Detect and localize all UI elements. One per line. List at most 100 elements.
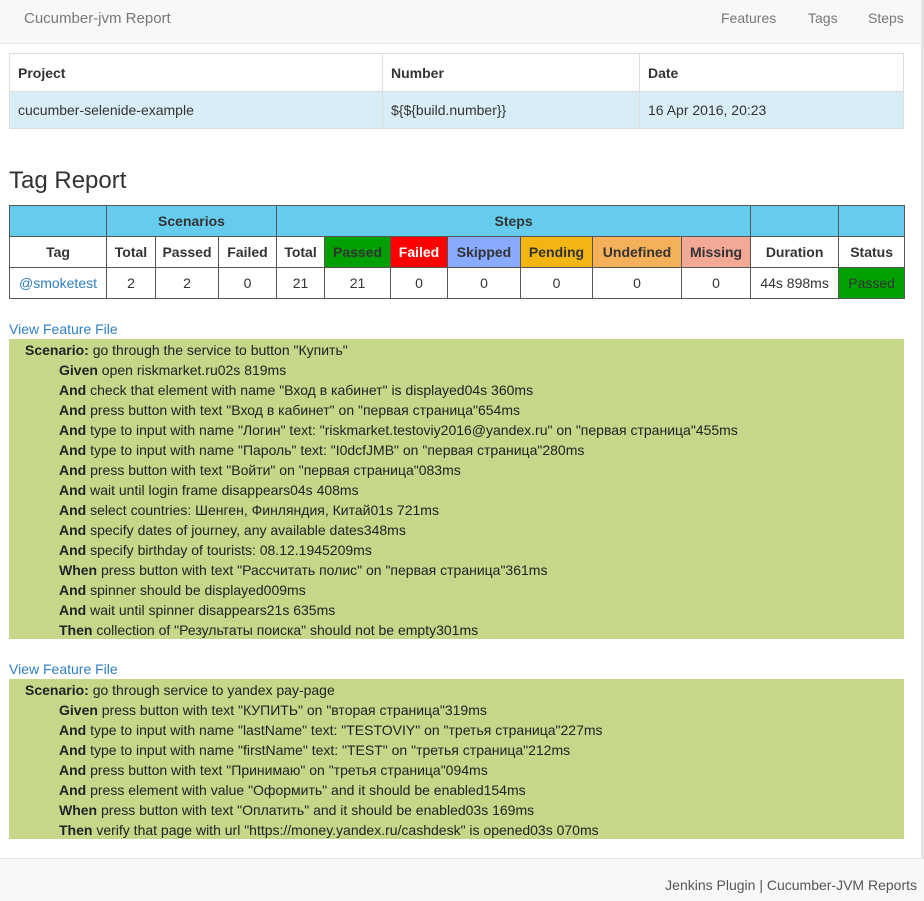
tag-cell: @smoketest (9, 267, 107, 299)
nav-features-link[interactable]: Features (721, 10, 776, 26)
status-group-header (838, 205, 906, 237)
step-line: And spinner should be displayed009ms (59, 582, 306, 598)
step-text: type to input with name "lastName" text:… (86, 722, 603, 738)
steps-failed-cell: 0 (390, 267, 449, 299)
step-keyword: Then (59, 622, 93, 638)
step-keyword: And (59, 722, 87, 738)
col-steps-failed: Failed (390, 236, 449, 268)
step-text: type to input with name "firstName" text… (86, 742, 571, 758)
scenario-block-1: Scenario: go through the service to butt… (9, 339, 904, 639)
steps-passed-cell: 21 (324, 267, 392, 299)
col-steps-undefined: Undefined (592, 236, 683, 268)
step-text: press button with text "КУПИТЬ" on "втор… (97, 702, 487, 718)
step-line: And wait until spinner disappears21s 635… (59, 602, 335, 618)
step-keyword: And (59, 442, 87, 458)
scenario-name: go through the service to button "Купить… (88, 342, 348, 358)
step-keyword: And (59, 422, 87, 438)
step-text: spinner should be displayed009ms (86, 582, 306, 598)
col-scenarios-passed: Passed (155, 236, 219, 268)
steps-missing-cell: 0 (681, 267, 752, 299)
step-keyword: And (59, 462, 87, 478)
step-line: And press button with text "Принимаю" on… (59, 762, 488, 778)
report-date: 16 Apr 2016, 20:23 (639, 91, 904, 129)
project-row: cucumber-selenide-example ${${build.numb… (9, 91, 904, 129)
step-line: And press element with value "Оформить" … (59, 782, 526, 798)
scenarios-total-cell: 2 (106, 267, 156, 299)
step-keyword: And (59, 382, 87, 398)
step-text: press button with text "Принимаю" on "тр… (86, 762, 488, 778)
step-text: open riskmarket.ru02s 819ms (97, 362, 287, 378)
step-keyword: Given (59, 362, 98, 378)
step-line: And select countries: Шенген, Финляндия,… (59, 502, 439, 518)
step-line: When press button with text "Оплатить" a… (59, 802, 534, 818)
footer: Jenkins Plugin | Cucumber-JVM Reports (0, 859, 924, 901)
col-scenarios-failed: Failed (217, 236, 278, 268)
col-steps-skipped: Skipped (447, 236, 522, 268)
step-keyword: And (59, 402, 87, 418)
step-text: press element with value "Оформить" and … (86, 782, 526, 798)
nav-steps-link[interactable]: Steps (868, 10, 904, 26)
navbar: Cucumber-jvm Report Features Tags Steps (0, 0, 924, 44)
tag-link-smoketest[interactable]: @smoketest (19, 275, 97, 291)
brand-link[interactable]: Cucumber-jvm Report (24, 10, 171, 27)
project-header: Project (9, 53, 383, 92)
col-tag: Tag (9, 236, 107, 268)
step-text: select countries: Шенген, Финляндия, Кит… (86, 502, 439, 518)
col-duration: Duration (750, 236, 840, 268)
step-text: press button with text "Вход в кабинет" … (86, 402, 520, 418)
step-line: Given press button with text "КУПИТЬ" on… (59, 702, 487, 718)
step-line: Then collection of "Результаты поиска" s… (59, 622, 478, 638)
step-text: specify dates of journey, any available … (86, 522, 406, 538)
step-keyword: And (59, 482, 87, 498)
duration-group-header (750, 205, 840, 237)
step-keyword: And (59, 542, 87, 558)
step-text: type to input with name "Логин" text: "r… (86, 422, 738, 438)
step-line: And press button with text "Войти" on "п… (59, 462, 461, 478)
view-feature-file-link-1[interactable]: View Feature File (9, 321, 118, 337)
scenario-name: go through service to yandex pay-page (88, 682, 335, 698)
step-text: press button with text "Оплатить" and it… (97, 802, 535, 818)
table-row: @smoketest 2 2 0 21 21 0 0 0 0 0 44s 898… (9, 267, 906, 299)
step-line: And type to input with name "Пароль" tex… (59, 442, 584, 458)
number-header: Number (382, 53, 640, 92)
steps-pending-cell: 0 (520, 267, 594, 299)
steps-undefined-cell: 0 (592, 267, 683, 299)
scenarios-failed-cell: 0 (217, 267, 278, 299)
col-steps-missing: Missing (681, 236, 752, 268)
step-keyword: And (59, 782, 87, 798)
scenario-block-2: Scenario: go through service to yandex p… (9, 679, 904, 839)
col-steps-passed: Passed (324, 236, 392, 268)
nav-tags-link[interactable]: Tags (808, 10, 838, 26)
step-keyword: Then (59, 822, 93, 838)
duration-cell: 44s 898ms (750, 267, 840, 299)
col-steps-pending: Pending (520, 236, 594, 268)
step-line: Then verify that page with url "https://… (59, 822, 599, 838)
col-steps-total: Total (276, 236, 326, 268)
step-line: And specify dates of journey, any availa… (59, 522, 406, 538)
project-name: cucumber-selenide-example (9, 91, 383, 129)
col-status: Status (838, 236, 906, 268)
status-badge: Passed (838, 267, 906, 299)
step-text: press button with text "Рассчитать полис… (97, 562, 548, 578)
project-info-table: Project Number Date cucumber-selenide-ex… (9, 53, 904, 129)
step-text: specify birthday of tourists: 08.12.1945… (86, 542, 372, 558)
step-line: And type to input with name "lastName" t… (59, 722, 603, 738)
scenarios-group-header: Scenarios (105, 205, 278, 237)
step-line: And check that element with name "Вход в… (59, 382, 533, 398)
step-line: And type to input with name "firstName" … (59, 742, 570, 758)
scenario-title-1: Scenario: go through the service to butt… (25, 342, 348, 358)
step-keyword: When (59, 562, 98, 578)
view-feature-file-link-2[interactable]: View Feature File (9, 661, 118, 677)
steps-skipped-cell: 0 (447, 267, 522, 299)
step-line: And wait until login frame disappears04s… (59, 482, 359, 498)
tag-group-header (9, 205, 107, 237)
step-keyword: And (59, 582, 87, 598)
step-text: wait until spinner disappears21s 635ms (86, 602, 336, 618)
date-header: Date (639, 53, 904, 92)
scenario-keyword: Scenario: (25, 342, 89, 358)
step-text: wait until login frame disappears04s 408… (86, 482, 359, 498)
step-line: And specify birthday of tourists: 08.12.… (59, 542, 372, 558)
step-text: type to input with name "Пароль" text: "… (86, 442, 585, 458)
step-keyword: And (59, 762, 87, 778)
step-text: verify that page with url "https://money… (92, 822, 599, 838)
